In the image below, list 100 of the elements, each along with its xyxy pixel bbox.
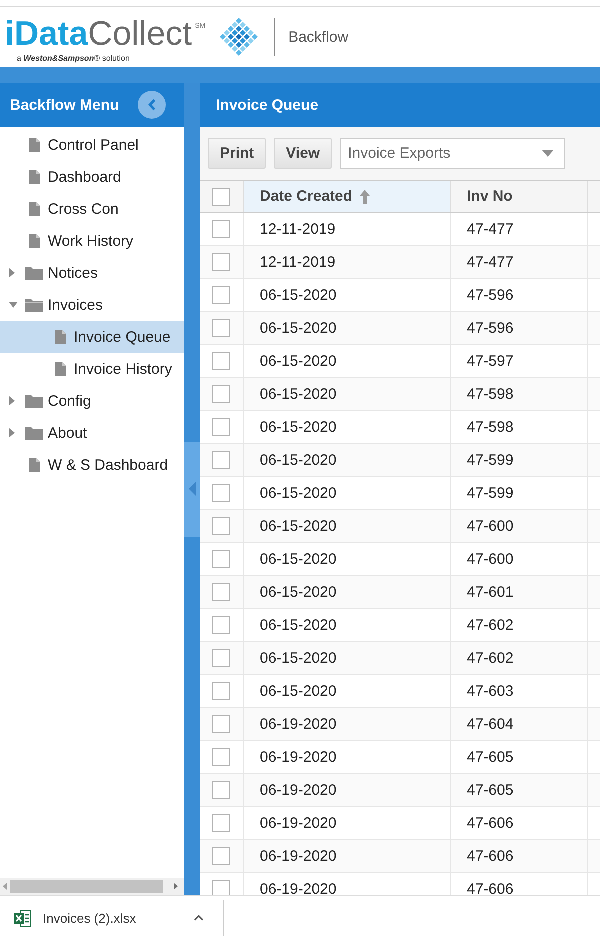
column-header[interactable]: Inv No bbox=[451, 181, 588, 212]
table-cell: 47-598 bbox=[451, 411, 588, 443]
row-checkbox[interactable] bbox=[212, 385, 230, 403]
row-checkbox[interactable] bbox=[212, 220, 230, 238]
scroll-right-arrow-icon[interactable] bbox=[174, 883, 178, 890]
table-cell: 12-11-2019 bbox=[244, 213, 451, 245]
document-icon bbox=[28, 170, 40, 184]
collapse-button[interactable] bbox=[138, 91, 166, 119]
caret-right-icon[interactable] bbox=[9, 396, 15, 406]
row-checkbox[interactable] bbox=[212, 550, 230, 568]
document-icon bbox=[28, 202, 40, 216]
table-cell: 47-606 bbox=[451, 840, 588, 872]
caret-left-icon bbox=[188, 482, 196, 496]
row-checkbox[interactable] bbox=[212, 253, 230, 271]
document-icon bbox=[28, 234, 40, 248]
table-cell: 06-15-2020 bbox=[244, 378, 451, 410]
table-cell: 06-19-2020 bbox=[244, 840, 451, 872]
folder-icon bbox=[25, 394, 43, 408]
table-cell: 47-602 bbox=[451, 609, 588, 641]
tree-item[interactable]: W & S Dashboard bbox=[0, 449, 184, 481]
row-checkbox[interactable] bbox=[212, 319, 230, 337]
row-checkbox[interactable] bbox=[212, 616, 230, 634]
row-checkbox[interactable] bbox=[212, 781, 230, 799]
table-cell: 06-15-2020 bbox=[244, 609, 451, 641]
row-checkbox[interactable] bbox=[212, 286, 230, 304]
toolbar-button[interactable]: Print bbox=[208, 138, 266, 169]
table-cell: 47-603 bbox=[451, 675, 588, 707]
row-checkbox[interactable] bbox=[212, 352, 230, 370]
tree-item[interactable]: Invoice History bbox=[0, 353, 184, 385]
table-cell: 12-11-2019 bbox=[244, 246, 451, 278]
table-cell: 06-15-2020 bbox=[244, 279, 451, 311]
tree-item[interactable]: Invoices bbox=[0, 289, 184, 321]
table-cell: 47-596 bbox=[451, 279, 588, 311]
caret-down-icon[interactable] bbox=[9, 302, 18, 308]
table-cell: 06-15-2020 bbox=[244, 444, 451, 476]
caret-right-icon[interactable] bbox=[9, 428, 15, 438]
table-cell: 06-19-2020 bbox=[244, 807, 451, 839]
table-cell: 47-605 bbox=[451, 741, 588, 773]
scroll-left-arrow-icon[interactable] bbox=[3, 883, 7, 890]
row-checkbox[interactable] bbox=[212, 583, 230, 601]
table-cell: 06-15-2020 bbox=[244, 543, 451, 575]
table-cell: 47-605 bbox=[451, 774, 588, 806]
arrow-up-icon bbox=[360, 190, 370, 204]
select-all-checkbox[interactable] bbox=[212, 188, 230, 206]
document-icon bbox=[54, 330, 66, 344]
table-cell: 06-15-2020 bbox=[244, 345, 451, 377]
row-checkbox[interactable] bbox=[212, 880, 230, 895]
splitter-bar[interactable] bbox=[184, 83, 200, 895]
sidebar-title: Backflow Menu bbox=[10, 96, 120, 114]
tree-item[interactable]: Config bbox=[0, 385, 184, 417]
table-cell: 47-596 bbox=[451, 312, 588, 344]
table-cell: 47-477 bbox=[451, 246, 588, 278]
tree-item[interactable]: Control Panel bbox=[0, 129, 184, 161]
column-header[interactable]: Date Created bbox=[244, 181, 451, 212]
row-checkbox[interactable] bbox=[212, 748, 230, 766]
table-cell: 47-600 bbox=[451, 543, 588, 575]
row-checkbox[interactable] bbox=[212, 418, 230, 436]
table-cell: 06-15-2020 bbox=[244, 411, 451, 443]
table-cell: 06-15-2020 bbox=[244, 510, 451, 542]
row-checkbox[interactable] bbox=[212, 814, 230, 832]
row-checkbox[interactable] bbox=[212, 649, 230, 667]
collapse-handle[interactable] bbox=[184, 442, 200, 536]
open-folder-icon bbox=[25, 298, 43, 312]
table-cell: 06-19-2020 bbox=[244, 741, 451, 773]
folder-icon bbox=[25, 426, 43, 440]
table-cell: 47-477 bbox=[451, 213, 588, 245]
row-checkbox[interactable] bbox=[212, 517, 230, 535]
tree-item[interactable]: Invoice Queue bbox=[0, 321, 184, 353]
folder-icon bbox=[25, 266, 43, 280]
scrollbar-thumb[interactable] bbox=[10, 880, 163, 893]
table-cell: 47-599 bbox=[451, 444, 588, 476]
table-cell: 47-606 bbox=[451, 807, 588, 839]
tree-item[interactable]: Cross Con bbox=[0, 193, 184, 225]
tree-item[interactable]: Dashboard bbox=[0, 161, 184, 193]
table-cell: 06-15-2020 bbox=[244, 477, 451, 509]
logo-wordmark: iDataCollect$^{SM}$ bbox=[5, 18, 206, 51]
table-cell: 06-15-2020 bbox=[244, 675, 451, 707]
table-cell: 47-599 bbox=[451, 477, 588, 509]
dropdown-field[interactable]: Invoice Exports bbox=[340, 138, 566, 169]
download-file-name: Invoices (2).xlsx bbox=[43, 910, 136, 926]
table-cell: 06-15-2020 bbox=[244, 312, 451, 344]
row-checkbox[interactable] bbox=[212, 715, 230, 733]
row-checkbox[interactable] bbox=[212, 451, 230, 469]
spreadsheet-file-icon bbox=[14, 910, 31, 926]
row-checkbox[interactable] bbox=[212, 847, 230, 865]
toolbar-button[interactable]: View bbox=[274, 138, 332, 169]
table-cell: 06-15-2020 bbox=[244, 642, 451, 674]
table-cell: 47-597 bbox=[451, 345, 588, 377]
tree-item[interactable]: About bbox=[0, 417, 184, 449]
row-checkbox[interactable] bbox=[212, 682, 230, 700]
logo-icon bbox=[220, 18, 258, 56]
row-checkbox[interactable] bbox=[212, 484, 230, 502]
tree-item[interactable]: Work History bbox=[0, 225, 184, 257]
caret-up-icon[interactable] bbox=[194, 915, 204, 921]
caret-right-icon[interactable] bbox=[9, 268, 15, 278]
tree-item[interactable]: Notices bbox=[0, 257, 184, 289]
table-cell: 06-15-2020 bbox=[244, 576, 451, 608]
horizontal-scrollbar[interactable] bbox=[0, 878, 184, 895]
table-cell: 47-598 bbox=[451, 378, 588, 410]
caret-down-icon bbox=[542, 150, 554, 157]
